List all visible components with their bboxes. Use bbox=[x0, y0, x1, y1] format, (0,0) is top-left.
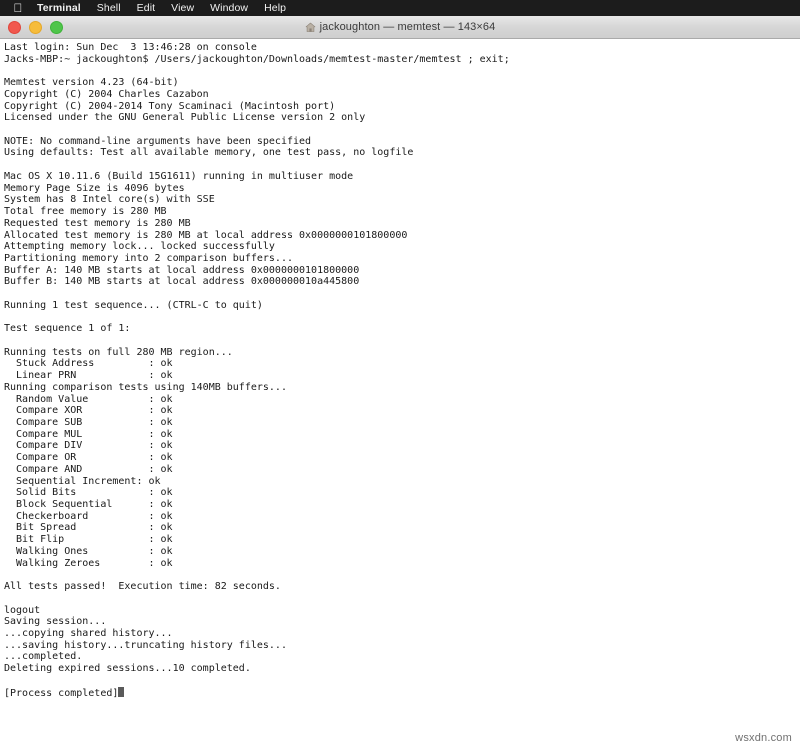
terminal-content-area[interactable]: Last login: Sun Dec 3 13:46:28 on consol… bbox=[0, 39, 800, 750]
menu-item-window[interactable]: Window bbox=[210, 2, 248, 14]
window-controls bbox=[8, 16, 63, 38]
home-icon bbox=[305, 22, 315, 32]
zoom-button[interactable] bbox=[50, 20, 63, 34]
terminal-window: jackoughton — memtest — 143×64 Last logi… bbox=[0, 16, 800, 750]
menu-item-help[interactable]: Help bbox=[264, 2, 286, 14]
window-title-group: jackoughton — memtest — 143×64 bbox=[305, 21, 496, 33]
menu-item-terminal[interactable]: Terminal bbox=[37, 2, 81, 14]
terminal-output: Last login: Sun Dec 3 13:46:28 on consol… bbox=[4, 42, 510, 699]
menu-item-shell[interactable]: Shell bbox=[97, 2, 121, 14]
menu-bar:  Terminal Shell Edit View Window Help bbox=[0, 0, 800, 16]
close-button[interactable] bbox=[8, 20, 21, 34]
watermark: wsxdn.com bbox=[735, 732, 792, 744]
apple-logo-icon[interactable]:  bbox=[13, 2, 23, 14]
minimize-button[interactable] bbox=[29, 20, 42, 34]
menu-item-view[interactable]: View bbox=[171, 2, 194, 14]
window-titlebar[interactable]: jackoughton — memtest — 143×64 bbox=[0, 16, 800, 39]
terminal-cursor bbox=[118, 686, 125, 697]
menu-item-edit[interactable]: Edit bbox=[137, 2, 156, 14]
window-title: jackoughton — memtest — 143×64 bbox=[319, 21, 496, 33]
